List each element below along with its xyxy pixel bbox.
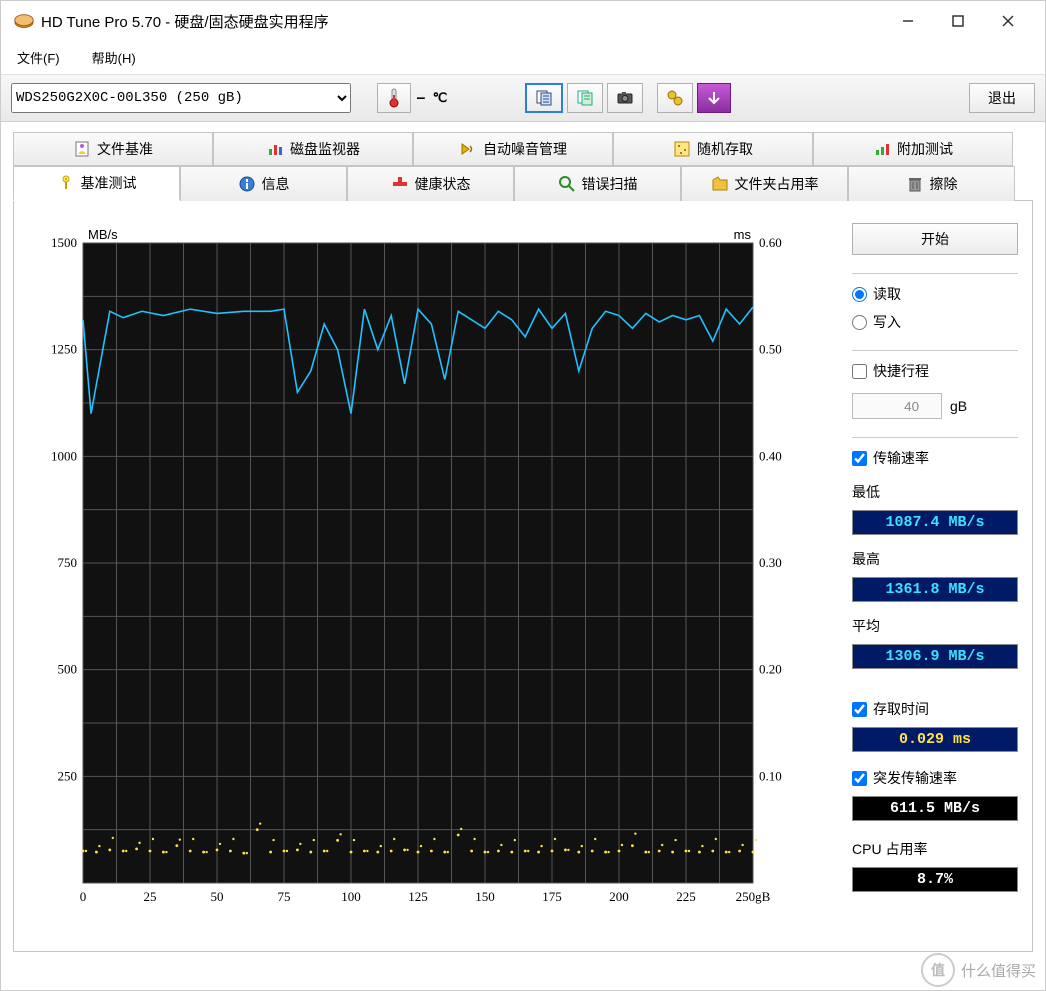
- min-value: 1087.4 MB/s: [852, 510, 1018, 535]
- screenshot-button[interactable]: [607, 83, 643, 113]
- maximize-button[interactable]: [933, 5, 983, 37]
- svg-text:0.10: 0.10: [759, 768, 782, 783]
- svg-text:0: 0: [80, 889, 87, 904]
- burst-value: 611.5 MB/s: [852, 796, 1018, 821]
- burst-rate-check[interactable]: 突发传输速率: [852, 768, 1018, 788]
- tab-icon: [266, 140, 284, 158]
- menu-file[interactable]: 文件(F): [11, 45, 66, 70]
- svg-text:50: 50: [211, 889, 224, 904]
- tab-icon: [906, 175, 924, 193]
- device-select[interactable]: WDS250G2X0C-00L350 (250 gB): [11, 83, 351, 113]
- tab-icon: [711, 175, 729, 193]
- tab-5-bottom[interactable]: 擦除: [848, 166, 1015, 201]
- svg-text:0.30: 0.30: [759, 555, 782, 570]
- tab-icon: [391, 175, 409, 193]
- tab-icon: [73, 140, 91, 158]
- tab-2-top[interactable]: 自动噪音管理: [413, 132, 613, 166]
- tab-icon: [459, 140, 477, 158]
- svg-text:250: 250: [58, 768, 78, 783]
- tab-1-bottom[interactable]: 信息: [180, 166, 347, 201]
- min-label: 最低: [852, 482, 1018, 502]
- watermark: 值 什么值得买: [921, 953, 1036, 987]
- access-time-check[interactable]: 存取时间: [852, 699, 1018, 719]
- avg-value: 1306.9 MB/s: [852, 644, 1018, 669]
- tab-2-bottom[interactable]: 健康状态: [347, 166, 514, 201]
- short-stroke-value: [852, 393, 942, 419]
- svg-text:125: 125: [408, 889, 428, 904]
- avg-label: 平均: [852, 616, 1018, 636]
- short-stroke-unit: gB: [950, 398, 967, 414]
- svg-text:200: 200: [609, 889, 629, 904]
- mode-read-radio[interactable]: 读取: [852, 284, 1018, 304]
- copy-info-button[interactable]: [567, 83, 603, 113]
- window-title: HD Tune Pro 5.70 - 硬盘/固态硬盘实用程序: [41, 11, 883, 32]
- tab-icon: [558, 175, 576, 193]
- svg-text:175: 175: [542, 889, 562, 904]
- benchmark-chart: MB/sms2505007501000125015000.100.200.300…: [28, 223, 838, 933]
- options-button[interactable]: [657, 83, 693, 113]
- minimize-button[interactable]: [883, 5, 933, 37]
- svg-text:75: 75: [278, 889, 291, 904]
- start-button[interactable]: 开始: [852, 223, 1018, 255]
- menu-help[interactable]: 帮助(H): [86, 45, 142, 70]
- exit-button[interactable]: 退出: [969, 83, 1035, 113]
- tab-4-bottom[interactable]: 文件夹占用率: [681, 166, 848, 201]
- mode-write-radio[interactable]: 写入: [852, 312, 1018, 332]
- max-label: 最高: [852, 549, 1018, 569]
- svg-text:0.60: 0.60: [759, 235, 782, 250]
- tab-0-top[interactable]: 文件基准: [13, 132, 213, 166]
- tab-0-bottom[interactable]: 基准测试: [13, 166, 180, 201]
- benchmark-panel: MB/sms2505007501000125015000.100.200.300…: [13, 200, 1033, 952]
- svg-text:1250: 1250: [51, 342, 77, 357]
- tab-icon: [673, 140, 691, 158]
- svg-text:250gB: 250gB: [736, 889, 771, 904]
- svg-text:ms: ms: [734, 227, 752, 242]
- close-button[interactable]: [983, 5, 1033, 37]
- svg-text:225: 225: [676, 889, 696, 904]
- cpu-value: 8.7%: [852, 867, 1018, 892]
- svg-text:500: 500: [58, 662, 78, 677]
- svg-text:750: 750: [58, 555, 78, 570]
- access-value: 0.029 ms: [852, 727, 1018, 752]
- svg-text:1500: 1500: [51, 235, 77, 250]
- tab-icon: [238, 175, 256, 193]
- svg-text:0.40: 0.40: [759, 448, 782, 463]
- tab-3-top[interactable]: 随机存取: [613, 132, 813, 166]
- toolbar: WDS250G2X0C-00L350 (250 gB) — ℃ 退出: [1, 75, 1045, 122]
- tab-icon: [57, 174, 75, 192]
- tab-1-top[interactable]: 磁盘监视器: [213, 132, 413, 166]
- copy-text-button[interactable]: [525, 83, 563, 113]
- max-value: 1361.8 MB/s: [852, 577, 1018, 602]
- svg-text:MB/s: MB/s: [88, 227, 118, 242]
- transfer-rate-check[interactable]: 传输速率: [852, 448, 1018, 468]
- tab-icon: [873, 140, 891, 158]
- svg-text:150: 150: [475, 889, 495, 904]
- svg-text:100: 100: [341, 889, 361, 904]
- title-bar: HD Tune Pro 5.70 - 硬盘/固态硬盘实用程序: [1, 1, 1045, 41]
- save-button[interactable]: [697, 83, 731, 113]
- tab-3-bottom[interactable]: 错误扫描: [514, 166, 681, 201]
- svg-text:1000: 1000: [51, 448, 77, 463]
- short-stroke-check[interactable]: 快捷行程: [852, 361, 1018, 381]
- cpu-label: CPU 占用率: [852, 839, 1018, 859]
- svg-text:0.20: 0.20: [759, 662, 782, 677]
- tab-4-top[interactable]: 附加测试: [813, 132, 1013, 166]
- temperature-value: — ℃: [417, 91, 447, 106]
- svg-text:25: 25: [144, 889, 157, 904]
- menu-bar: 文件(F) 帮助(H): [1, 41, 1045, 75]
- svg-text:0.50: 0.50: [759, 342, 782, 357]
- temperature-button[interactable]: [377, 83, 411, 113]
- app-icon: [13, 11, 33, 31]
